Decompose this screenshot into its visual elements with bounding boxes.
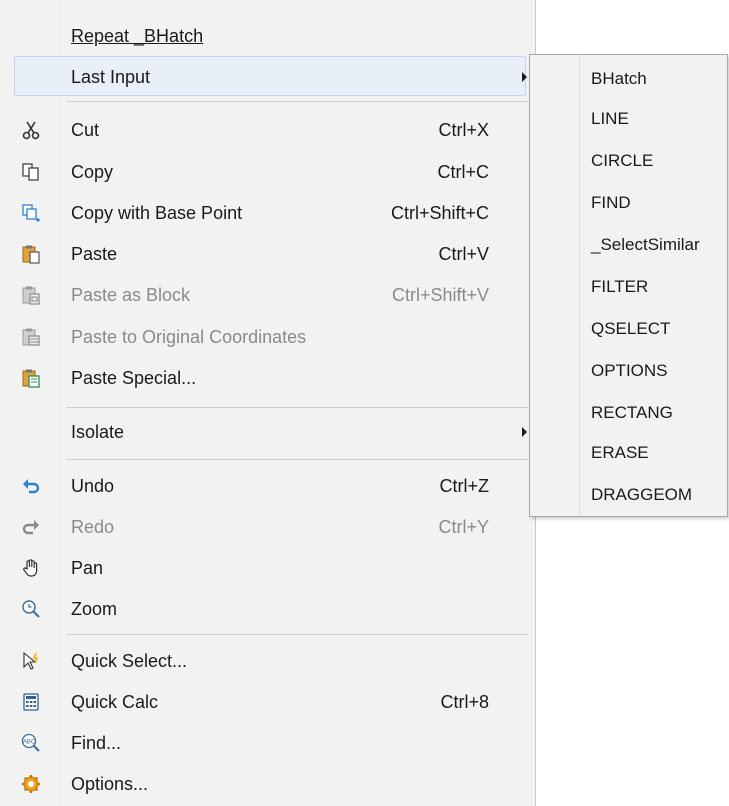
paste-special-icon [22, 369, 40, 388]
separator [66, 407, 528, 408]
menu-item-quick-calc-label: Quick Calc [71, 692, 159, 712]
paste-coordinates-icon [22, 328, 40, 346]
submenu-item-label: LINE [591, 109, 629, 128]
undo-icon [23, 479, 40, 494]
separator [66, 459, 528, 460]
menu-item-options-label: Options... [71, 774, 149, 794]
svg-text:ABC: ABC [23, 740, 36, 746]
copy-icon [22, 163, 39, 181]
menu-item-paste-shortcut: Ctrl+V [438, 244, 489, 264]
copy-base-point-icon [22, 204, 40, 222]
submenu-item-label: BHatch [591, 69, 647, 88]
menu-item-repeat-label: Repeat _BHatch [71, 26, 204, 46]
menu-item-copy-base-point-label: Copy with Base Point [71, 203, 243, 223]
separator [66, 634, 528, 635]
submenu-item[interactable]: CIRCLE [530, 140, 727, 182]
submenu-item[interactable]: RECTANG [530, 392, 727, 434]
menu-item-copy-label: Copy [71, 162, 114, 182]
menu-item-isolate-label: Isolate [71, 422, 125, 442]
menu-item-isolate[interactable]: Isolate [0, 412, 535, 452]
menu-item-redo[interactable]: Redo Ctrl+Y [0, 507, 535, 547]
menu-item-quick-select-label: Quick Select... [71, 651, 188, 671]
submenu-item[interactable]: _SelectSimilar [530, 224, 727, 266]
menu-item-find[interactable]: ABC Find... [0, 723, 535, 763]
menu-item-last-input-label: Last Input [71, 67, 151, 87]
menu-item-copy-shortcut: Ctrl+C [437, 162, 489, 182]
menu-item-find-label: Find... [71, 733, 122, 753]
submenu-arrow-icon [522, 427, 527, 437]
menu-item-redo-shortcut: Ctrl+Y [438, 517, 489, 537]
menu-item-paste-as-block-label: Paste as Block [71, 285, 191, 305]
menu-item-copy[interactable]: Copy Ctrl+C [0, 152, 535, 192]
find-text-icon: ABC [21, 733, 40, 752]
menu-item-cut-shortcut: Ctrl+X [438, 120, 489, 140]
submenu-item-label: FILTER [591, 277, 649, 296]
menu-item-copy-base-point-shortcut: Ctrl+Shift+C [390, 203, 489, 223]
submenu-item[interactable]: LINE [530, 98, 727, 140]
scissors-icon [22, 121, 40, 140]
menu-item-quick-calc-shortcut: Ctrl+8 [440, 692, 489, 712]
menu-item-paste-special[interactable]: Paste Special... [0, 358, 535, 398]
submenu-item-label: QSELECT [591, 319, 671, 338]
context-menu: Repeat _BHatch Last Input Cut Ctrl+X Cop… [0, 0, 536, 806]
submenu-item-label: FIND [591, 193, 631, 212]
menu-item-paste-as-block-shortcut: Ctrl+Shift+V [391, 285, 489, 305]
options-gear-icon [22, 775, 40, 793]
menu-item-copy-base-point[interactable]: Copy with Base Point Ctrl+Shift+C [0, 193, 535, 233]
submenu-item[interactable]: OPTIONS [530, 350, 727, 392]
menu-item-paste-original-coordinates-label: Paste to Original Coordinates [71, 327, 307, 347]
submenu-item-label: RECTANG [591, 403, 673, 422]
menu-item-zoom-label: Zoom [71, 599, 118, 619]
menu-item-paste-original-coordinates[interactable]: Paste to Original Coordinates [0, 317, 535, 357]
hand-icon [23, 559, 38, 577]
last-input-submenu: BHatch LINE CIRCLE FIND _SelectSimilar F… [529, 54, 728, 517]
menu-item-paste-as-block[interactable]: Paste as Block Ctrl+Shift+V [0, 275, 535, 315]
submenu-item-label: DRAGGEOM [591, 485, 693, 504]
menu-item-pan[interactable]: Pan [0, 548, 535, 588]
redo-icon [22, 520, 39, 535]
submenu-item[interactable]: ERASE [530, 432, 727, 474]
submenu-item-label: _SelectSimilar [591, 235, 700, 254]
menu-item-paste[interactable]: Paste Ctrl+V [0, 234, 535, 274]
submenu-item[interactable]: BHatch [530, 58, 727, 100]
submenu-item[interactable]: DRAGGEOM [530, 474, 727, 516]
submenu-item-label: ERASE [591, 443, 649, 462]
submenu-item[interactable]: FILTER [530, 266, 727, 308]
menu-item-undo-label: Undo [71, 476, 115, 496]
menu-item-quick-calc[interactable]: Quick Calc Ctrl+8 [0, 682, 535, 722]
submenu-item-label: OPTIONS [591, 361, 668, 380]
menu-item-redo-label: Redo [71, 517, 115, 537]
menu-item-undo[interactable]: Undo Ctrl+Z [0, 466, 535, 506]
submenu-arrow-icon [522, 72, 527, 82]
menu-item-quick-select[interactable]: Quick Select... [0, 641, 535, 681]
menu-item-pan-label: Pan [71, 558, 104, 578]
menu-item-options[interactable]: Options... [0, 764, 535, 804]
separator [66, 101, 528, 102]
submenu-item-label: CIRCLE [591, 151, 654, 170]
zoom-icon [22, 600, 40, 618]
paste-block-icon [22, 286, 40, 305]
menu-item-paste-special-label: Paste Special... [71, 368, 197, 388]
menu-item-undo-shortcut: Ctrl+Z [439, 476, 490, 496]
menu-item-cut-label: Cut [71, 120, 100, 140]
menu-item-paste-label: Paste [71, 244, 118, 264]
submenu-item[interactable]: FIND [530, 182, 727, 224]
paste-icon [22, 245, 40, 264]
menu-item-zoom[interactable]: Zoom [0, 589, 535, 629]
menu-item-cut[interactable]: Cut Ctrl+X [0, 110, 535, 150]
calculator-icon [23, 693, 39, 711]
menu-item-last-input[interactable]: Last Input [14, 56, 527, 96]
menu-item-repeat[interactable]: Repeat _BHatch [0, 16, 535, 56]
submenu-item[interactable]: QSELECT [530, 308, 727, 350]
quick-select-icon [23, 651, 39, 670]
